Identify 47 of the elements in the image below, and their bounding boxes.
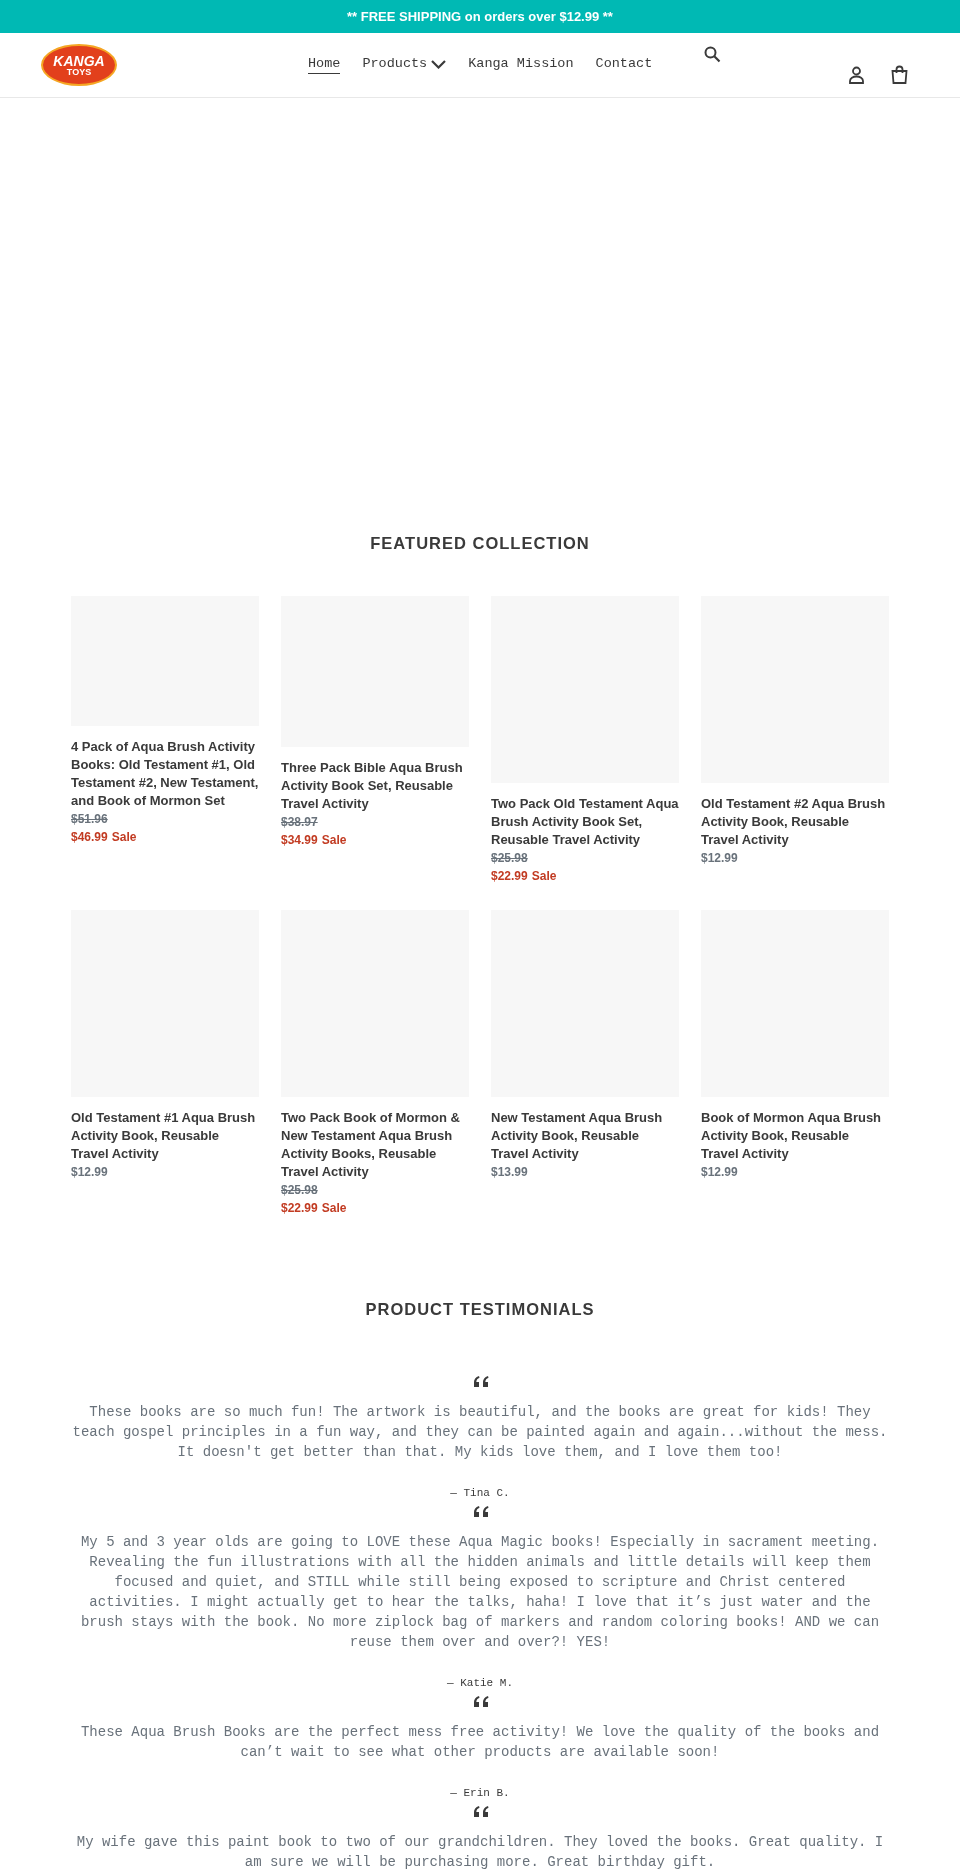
original-price: $51.96	[71, 810, 108, 828]
original-price: $25.98	[491, 849, 528, 867]
sale-label: Sale	[531, 867, 557, 885]
quote-icon	[471, 1503, 489, 1518]
product-title[interactable]: Two Pack Book of Mormon & New Testament Aqua Brush Activity Books, Reusable Travel Activity	[281, 1108, 469, 1181]
product-title[interactable]: Three Pack Bible Aqua Brush Activity Book Set, Reusable Travel Activity	[281, 758, 469, 813]
cart-icon[interactable]	[891, 65, 908, 84]
section-heading: PRODUCT TESTIMONIALS	[364, 1298, 596, 1320]
original-price: $38.97	[281, 813, 318, 831]
product-title[interactable]: Old Testament #1 Aqua Brush Activity Book, Reusable Travel Activity	[71, 1108, 259, 1163]
price: $22.99	[281, 1199, 318, 1217]
sale-label: Sale	[321, 1199, 347, 1217]
quote-icon	[471, 1803, 489, 1818]
testimonial-text: My wife gave this paint book to two of our grandchildren. They loved the books. Great quality. I am sure we will be purchasing more. Great birthday gift.	[75, 1832, 885, 1872]
caret-icon	[431, 60, 447, 69]
nav-link[interactable]: Home	[308, 55, 341, 74]
testimonial-text: These Aqua Brush Books are the perfect mess free activity! We love the quality of the books and can’t wait to see what other products are available soon!	[79, 1722, 881, 1762]
testimonial-text: These books are so much fun! The artwork is beautiful, and the books are great for kids! They teach gospel principles in a fun way, and they can be painted again and again...without the mess. It doesn't get better than that. My kids love them, and I love them too!	[71, 1402, 889, 1462]
logo[interactable]: KANGA TOYS	[41, 44, 117, 86]
testimonial-author: — Tina C.	[450, 1485, 510, 1500]
account-icon[interactable]	[849, 66, 864, 84]
price: $12.99	[701, 1163, 738, 1181]
search-icon[interactable]	[704, 46, 721, 63]
price: $12.99	[701, 849, 738, 867]
quote-icon	[471, 1373, 489, 1388]
quote-icon	[471, 1693, 489, 1708]
testimonial-author: — Erin B.	[450, 1785, 510, 1800]
product-title[interactable]: New Testament Aqua Brush Activity Book, Reusable Travel Activity	[491, 1108, 679, 1163]
sale-label: Sale	[321, 831, 347, 849]
nav-link[interactable]: Products	[362, 55, 447, 74]
product-title[interactable]: 4 Pack of Aqua Brush Activity Books: Old Testament #1, Old Testament #2, New Testament, and Book of Mormon Set	[71, 737, 259, 810]
product-title[interactable]: Book of Mormon Aqua Brush Activity Book, Reusable Travel Activity	[701, 1108, 889, 1163]
nav-link[interactable]: Contact	[595, 55, 653, 74]
price: $12.99	[71, 1163, 108, 1181]
announcement-text: ** FREE SHIPPING on orders over $12.99 **	[347, 7, 613, 26]
product-title[interactable]: Old Testament #2 Aqua Brush Activity Book, Reusable Travel Activity	[701, 794, 889, 849]
price: $46.99	[71, 828, 108, 846]
price: $34.99	[281, 831, 318, 849]
testimonial-text: My 5 and 3 year olds are going to LOVE these Aqua Magic books! Especially in sacrament meeting. Revealing the fun illustrations with all the hidden animals and little details will keep them focused and quiet, and STILL while still being exposed to scripture and Christ centered activities. I might actually get to hear the talks, haha! I love that it’s just water and the brush stays with the book. No more ziplock bag of markers and random coloring books! AND we can reuse them over and over?! YES!	[79, 1532, 881, 1652]
testimonial-author: — Katie M.	[447, 1675, 513, 1690]
product-title[interactable]: Two Pack Old Testament Aqua Brush Activity Book Set, Reusable Travel Activity	[491, 794, 679, 849]
price: $13.99	[491, 1163, 528, 1181]
section-heading: FEATURED COLLECTION	[369, 533, 591, 554]
sale-label: Sale	[111, 828, 137, 846]
nav-link[interactable]: Kanga Mission	[468, 55, 574, 74]
price: $22.99	[491, 867, 528, 885]
original-price: $25.98	[281, 1181, 318, 1199]
